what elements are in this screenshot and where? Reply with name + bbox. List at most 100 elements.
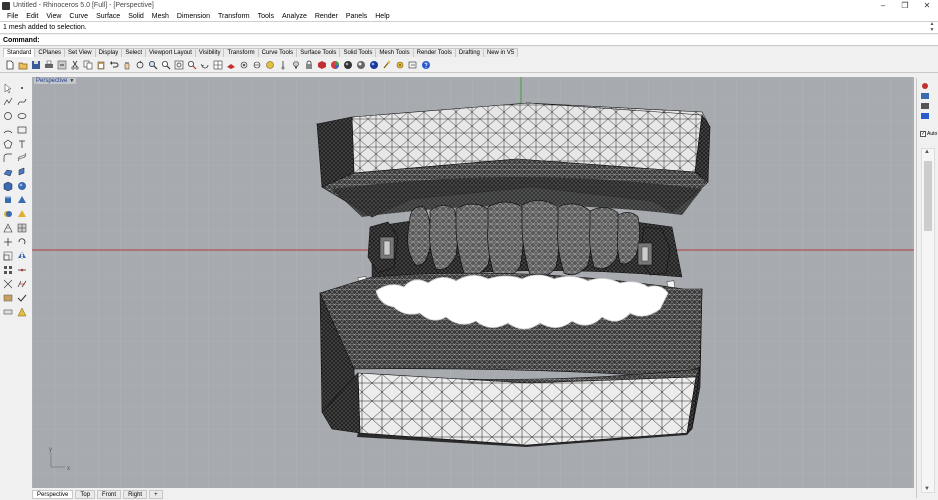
menu-solid[interactable]: Solid [124, 13, 148, 20]
render-color-icon[interactable] [329, 59, 341, 71]
boolean-union-icon[interactable] [2, 208, 14, 220]
properties-icon[interactable] [264, 59, 276, 71]
curve-icon[interactable] [16, 96, 28, 108]
fillet-curves-icon[interactable] [2, 152, 14, 164]
menu-curve[interactable]: Curve [65, 13, 92, 20]
join-icon[interactable] [16, 264, 28, 276]
paste-icon[interactable] [95, 59, 107, 71]
cone-icon[interactable] [16, 194, 28, 206]
ellipse-icon[interactable] [16, 110, 28, 122]
construction-plane-icon[interactable] [225, 59, 237, 71]
render-icon[interactable] [355, 59, 367, 71]
surface-from-points-icon[interactable] [2, 166, 14, 178]
dental-mesh-model[interactable] [316, 102, 711, 447]
explode-icon[interactable] [2, 278, 14, 290]
open-file-icon[interactable] [17, 59, 29, 71]
rotate-view-icon[interactable] [134, 59, 146, 71]
check-icon[interactable] [16, 292, 28, 304]
layer-icon[interactable] [277, 59, 289, 71]
tab-display[interactable]: Display [94, 48, 123, 57]
rhino-app-icon[interactable] [2, 1, 10, 10]
new-file-icon[interactable] [4, 59, 16, 71]
grid-snap-icon[interactable] [251, 59, 263, 71]
menu-mesh[interactable]: Mesh [148, 13, 173, 20]
undo-icon[interactable] [108, 59, 120, 71]
menu-edit[interactable]: Edit [22, 13, 42, 20]
array-icon[interactable] [2, 264, 14, 276]
split-icon[interactable] [2, 292, 14, 304]
menu-dimension[interactable]: Dimension [173, 13, 214, 20]
light-icon[interactable] [290, 59, 302, 71]
auto-checkbox-box[interactable]: ✓ [920, 131, 926, 137]
tab-standard[interactable]: Standard [3, 48, 36, 57]
menu-render[interactable]: Render [311, 13, 342, 20]
properties-panel-icon[interactable] [920, 82, 930, 90]
menu-tools[interactable]: Tools [254, 13, 278, 20]
viewport-menu-caret-icon[interactable]: ▼ [69, 78, 74, 84]
zoom-window-icon[interactable] [160, 59, 172, 71]
lock-icon[interactable] [303, 59, 315, 71]
environment-icon[interactable] [368, 59, 380, 71]
tab-viewport-layout[interactable]: Viewport Layout [145, 48, 196, 57]
add-viewport-tab-button[interactable]: + [149, 489, 163, 499]
point-icon[interactable] [16, 82, 28, 94]
rectangle-icon[interactable] [16, 124, 28, 136]
minimize-button[interactable]: – [872, 1, 894, 10]
help-icon[interactable] [420, 59, 432, 71]
view-tab-front[interactable]: Front [97, 489, 122, 499]
polyline-icon[interactable] [2, 96, 14, 108]
circle-icon[interactable] [2, 110, 14, 122]
panel-scroll-thumb[interactable] [924, 161, 932, 231]
menu-file[interactable]: File [3, 13, 22, 20]
offset-curve-icon[interactable] [16, 152, 28, 164]
print-icon[interactable] [43, 59, 55, 71]
tab-surface-tools[interactable]: Surface Tools [296, 48, 341, 57]
viewport-title[interactable]: Perspective ▼ [34, 78, 77, 84]
menu-analyze[interactable]: Analyze [278, 13, 311, 20]
extrude-curve-icon[interactable] [16, 166, 28, 178]
view-tab-perspective[interactable]: Perspective [32, 489, 74, 499]
command-history-scroll[interactable]: ▲ ▼ [928, 21, 936, 33]
sphere-icon[interactable] [16, 180, 28, 192]
undo-view-icon[interactable] [199, 59, 211, 71]
zoom-selected-icon[interactable] [186, 59, 198, 71]
menu-panels[interactable]: Panels [342, 13, 371, 20]
tab-visibility[interactable]: Visibility [194, 48, 225, 57]
box-icon[interactable] [2, 180, 14, 192]
tab-mesh-tools[interactable]: Mesh Tools [375, 48, 414, 57]
maximize-button[interactable]: ❐ [894, 1, 916, 10]
pan-icon[interactable] [121, 59, 133, 71]
view-tab-top[interactable]: Top [75, 489, 96, 499]
trim-icon[interactable] [16, 278, 28, 290]
mesh-icon[interactable] [2, 222, 14, 234]
perspective-viewport[interactable]: x y Perspective ▼ [32, 77, 914, 488]
tab-select[interactable]: Select [121, 48, 146, 57]
tab-drafting[interactable]: Drafting [454, 48, 484, 57]
arc-icon[interactable] [2, 124, 14, 136]
save-icon[interactable] [30, 59, 42, 71]
help-panel-icon[interactable] [920, 112, 930, 120]
boolean-difference-icon[interactable] [16, 208, 28, 220]
object-snap-icon[interactable] [238, 59, 250, 71]
options-icon[interactable] [381, 59, 393, 71]
menu-help[interactable]: Help [371, 13, 393, 20]
tab-cplanes[interactable]: CPlanes [34, 48, 66, 57]
rotate-icon[interactable] [16, 236, 28, 248]
mesh-plane-icon[interactable] [16, 222, 28, 234]
dimension-tool-icon[interactable] [2, 306, 14, 318]
tab-new-in-v5[interactable]: New in V5 [482, 48, 519, 57]
tab-solid-tools[interactable]: Solid Tools [339, 48, 377, 57]
material-icon[interactable] [316, 59, 328, 71]
auto-checkbox[interactable]: ✓ Auto [920, 131, 937, 137]
tab-transform[interactable]: Transform [223, 48, 259, 57]
menu-transform[interactable]: Transform [214, 13, 254, 20]
tab-set-view[interactable]: Set View [64, 48, 96, 57]
display-panel-icon[interactable] [920, 102, 930, 110]
command-input[interactable] [41, 35, 938, 45]
zoom-extents-icon[interactable] [173, 59, 185, 71]
polygon-icon[interactable] [2, 138, 14, 150]
menu-surface[interactable]: Surface [92, 13, 124, 20]
cylinder-icon[interactable] [2, 194, 14, 206]
mirror-icon[interactable] [16, 250, 28, 262]
view-tab-right[interactable]: Right [123, 489, 148, 499]
